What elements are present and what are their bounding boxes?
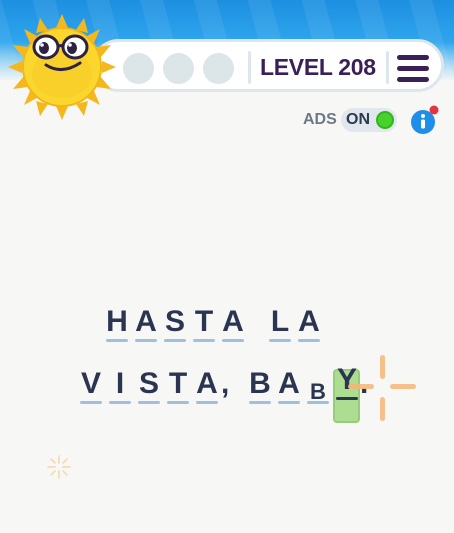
top-bar: LEVEL 208 bbox=[92, 39, 444, 92]
letter-slot[interactable]: A bbox=[298, 305, 320, 345]
letter-slot[interactable]: S bbox=[164, 305, 186, 345]
letter: A bbox=[135, 305, 157, 338]
letter: T bbox=[194, 305, 214, 338]
letter: H bbox=[106, 305, 128, 338]
letter-slot[interactable]: V bbox=[80, 367, 102, 407]
letter: A bbox=[222, 305, 244, 338]
letter-slot[interactable]: T bbox=[193, 305, 215, 345]
letter-slot[interactable]: B bbox=[249, 367, 271, 407]
sparkle-effect bbox=[348, 355, 416, 421]
letter: L bbox=[270, 305, 290, 338]
letter-slot[interactable]: A bbox=[222, 305, 244, 345]
letter-slot[interactable]: H bbox=[106, 305, 128, 345]
toggle-knob bbox=[376, 111, 394, 129]
sun-mascot[interactable] bbox=[8, 14, 116, 120]
letter: A bbox=[278, 367, 300, 400]
sparkle-effect bbox=[47, 455, 71, 479]
letter-slot[interactable]: B bbox=[307, 367, 329, 407]
phrase-line-1: H A S T A L A bbox=[0, 305, 454, 355]
info-button[interactable] bbox=[410, 105, 440, 135]
ads-toggle[interactable]: ON bbox=[341, 108, 397, 132]
letter-slot[interactable]: I bbox=[109, 367, 131, 407]
comma: , bbox=[221, 367, 230, 400]
letter-slot[interactable]: S bbox=[138, 367, 160, 407]
notification-dot bbox=[429, 105, 439, 115]
divider bbox=[386, 51, 389, 84]
letter-slot[interactable]: T bbox=[167, 367, 189, 407]
letter: I bbox=[115, 367, 125, 400]
hint-slot-3 bbox=[203, 53, 234, 84]
hamburger-menu-icon bbox=[397, 55, 429, 60]
letter-slot[interactable]: A bbox=[135, 305, 157, 345]
ads-row: ADS ON bbox=[300, 105, 450, 135]
level-label: LEVEL 208 bbox=[260, 54, 376, 80]
letter: S bbox=[164, 305, 185, 338]
letter-slot[interactable]: A bbox=[278, 367, 300, 407]
hint-slot-2 bbox=[163, 53, 194, 84]
letter: A bbox=[196, 367, 218, 400]
hint-slot-1 bbox=[123, 53, 154, 84]
divider bbox=[248, 51, 251, 84]
letter-slot[interactable]: L bbox=[269, 305, 291, 345]
letter: S bbox=[138, 367, 159, 400]
letter-slot[interactable]: A bbox=[196, 367, 218, 407]
menu-button[interactable] bbox=[397, 55, 429, 82]
letter: T bbox=[168, 367, 188, 400]
letter: V bbox=[80, 367, 101, 400]
ads-toggle-state: ON bbox=[346, 111, 370, 128]
letter: B bbox=[249, 367, 271, 400]
ads-label: ADS bbox=[303, 111, 337, 128]
letter: A bbox=[298, 305, 320, 338]
